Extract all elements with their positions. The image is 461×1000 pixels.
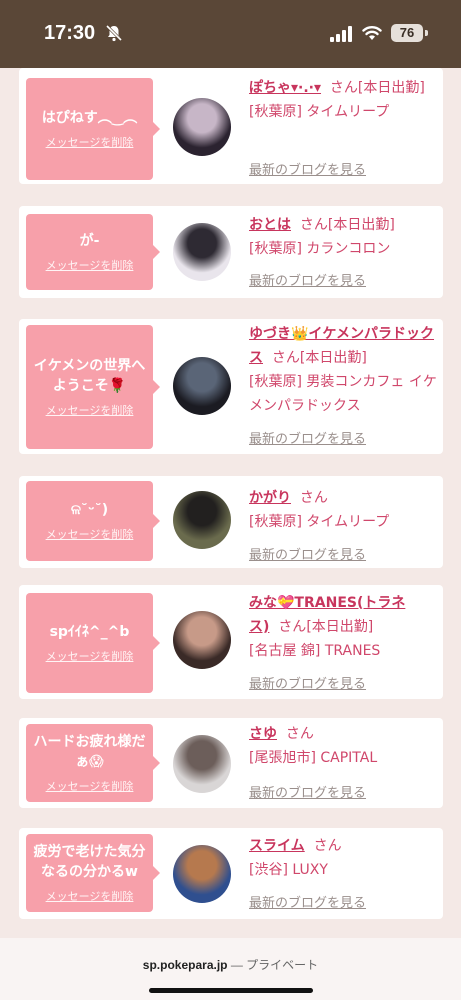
honorific: さん [271, 350, 300, 366]
cast-info: おとは さん[本日出勤] [秋葉原] カランコロン [249, 213, 439, 261]
message-bubble: イケメンの世界へようこそ🌹 メッセージを削除 [26, 325, 160, 449]
message-text: 疲労で老けた気分なるの分かるw [33, 844, 146, 880]
shop-location: [尾張旭市] CAPITAL [249, 750, 378, 766]
message-card: 疲労で老けた気分なるの分かるw メッセージを削除 スライム さん [渋谷] LUXY 最… [19, 828, 443, 919]
cast-name-link[interactable]: かがり [249, 490, 291, 506]
shop-location: [秋葉原] 男装コンカフェ イケメンパラドックス [249, 374, 437, 414]
message-card: ଳ˘ᵕ˘) メッセージを削除 かがり さん [秋葉原] タイムリープ 最新のブログを見る [19, 476, 443, 568]
shop-location: [秋葉原] カランコロン [249, 241, 391, 257]
cast-info: みな💝TRANES(トラネス) さん[本日出勤] [名古屋 錦] TRANES [249, 591, 439, 663]
message-bubble: ハードお疲れ様だぁ😱 メッセージを削除 [26, 724, 160, 802]
cast-info: さゆ さん [尾張旭市] CAPITAL [249, 722, 439, 770]
honorific: さん [313, 838, 342, 854]
avatar[interactable] [173, 611, 231, 669]
home-indicator[interactable] [149, 988, 313, 993]
message-card: はぴねす︵‿︵ メッセージを削除 ぽちゃ▾·.·▾ さん[本日出勤] [秋葉原] タイ… [19, 68, 443, 184]
message-text: イケメンの世界へようこそ🌹 [33, 358, 146, 394]
message-card: が- メッセージを削除 おとは さん[本日出勤] [秋葉原] カランコロン 最新のブログ… [19, 206, 443, 298]
message-bubble: 疲労で老けた気分なるの分かるw メッセージを削除 [26, 834, 160, 912]
battery-tip [425, 30, 428, 36]
cellular-signal-icon [330, 26, 352, 42]
cast-info: スライム さん [渋谷] LUXY [249, 834, 439, 882]
url-domain: sp.pokepara.jp [142, 958, 228, 972]
message-bubble: spｲｲﾈ^_^b メッセージを削除 [26, 593, 160, 693]
message-card: spｲｲﾈ^_^b メッセージを削除 みな💝TRANES(トラネス) さん[本日出勤… [19, 585, 443, 699]
latest-blog-link[interactable]: 最新のブログを見る [249, 544, 366, 563]
delete-message-link[interactable]: メッセージを削除 [46, 778, 134, 794]
battery-indicator: 76 [391, 24, 423, 42]
message-text: はぴねす︵‿︵ [41, 110, 138, 126]
cast-info: ゆづき👑イケメンパラドックス さん[本日出勤] [秋葉原] 男装コンカフェ イケメ… [249, 322, 439, 418]
honorific: さん [285, 726, 314, 742]
shop-location: [秋葉原] タイムリープ [249, 514, 390, 530]
avatar[interactable] [173, 98, 231, 156]
browser-address-bar[interactable]: sp.pokepara.jp — プライベート [0, 938, 461, 1000]
cast-info: かがり さん [秋葉原] タイムリープ [249, 486, 439, 534]
attendance-status: [本日出勤] [327, 217, 395, 233]
honorific: さん [299, 490, 328, 506]
delete-message-link[interactable]: メッセージを削除 [46, 888, 134, 904]
wifi-icon [362, 26, 382, 40]
delete-message-link[interactable]: メッセージを削除 [46, 402, 134, 418]
message-bubble: が- メッセージを削除 [26, 214, 160, 290]
bell-muted-icon [105, 24, 123, 42]
latest-blog-link[interactable]: 最新のブログを見る [249, 270, 366, 289]
cast-info: ぽちゃ▾·.·▾ さん[本日出勤] [秋葉原] タイムリープ [249, 76, 439, 124]
honorific: さん [299, 217, 328, 233]
message-bubble: ଳ˘ᵕ˘) メッセージを削除 [26, 481, 160, 561]
latest-blog-link[interactable]: 最新のブログを見る [249, 782, 366, 801]
message-text: ハードお疲れ様だぁ😱 [33, 734, 146, 770]
cast-name-link[interactable]: ぽちゃ▾·.·▾ [249, 80, 321, 96]
avatar[interactable] [173, 735, 231, 793]
status-time: 17:30 [44, 22, 96, 44]
avatar[interactable] [173, 357, 231, 415]
shop-location: [渋谷] LUXY [249, 862, 328, 878]
latest-blog-link[interactable]: 最新のブログを見る [249, 892, 366, 911]
message-bubble: はぴねす︵‿︵ メッセージを削除 [26, 78, 160, 180]
status-bar: 17:30 76 [0, 0, 461, 68]
cast-name-link[interactable]: おとは [249, 217, 291, 233]
avatar[interactable] [173, 223, 231, 281]
url-label: sp.pokepara.jp — プライベート [0, 956, 461, 973]
delete-message-link[interactable]: メッセージを削除 [46, 257, 134, 273]
latest-blog-link[interactable]: 最新のブログを見る [249, 159, 366, 178]
avatar[interactable] [173, 491, 231, 549]
honorific: さん [278, 619, 307, 635]
cast-name-link[interactable]: さゆ [249, 726, 277, 742]
message-card: イケメンの世界へようこそ🌹 メッセージを削除 ゆづき👑イケメンパラドックス さん[本… [19, 319, 443, 454]
attendance-status: [本日出勤] [357, 80, 425, 96]
avatar[interactable] [173, 845, 231, 903]
honorific: さん [329, 80, 358, 96]
shop-location: [名古屋 錦] TRANES [249, 643, 381, 659]
shop-location: [秋葉原] タイムリープ [249, 104, 390, 120]
delete-message-link[interactable]: メッセージを削除 [46, 648, 134, 664]
message-text: ଳ˘ᵕ˘) [70, 502, 109, 518]
latest-blog-link[interactable]: 最新のブログを見る [249, 428, 366, 447]
latest-blog-link[interactable]: 最新のブログを見る [249, 673, 366, 692]
private-mode-label: — プライベート [230, 958, 319, 972]
attendance-status: [本日出勤] [306, 619, 374, 635]
cast-name-link[interactable]: スライム [249, 838, 305, 854]
delete-message-link[interactable]: メッセージを削除 [46, 526, 134, 542]
attendance-status: [本日出勤] [299, 350, 367, 366]
delete-message-link[interactable]: メッセージを削除 [46, 134, 134, 150]
message-card: ハードお疲れ様だぁ😱 メッセージを削除 さゆ さん [尾張旭市] CAPITAL 最新の… [19, 718, 443, 808]
message-text: spｲｲﾈ^_^b [49, 624, 130, 640]
message-text: が- [79, 233, 100, 249]
